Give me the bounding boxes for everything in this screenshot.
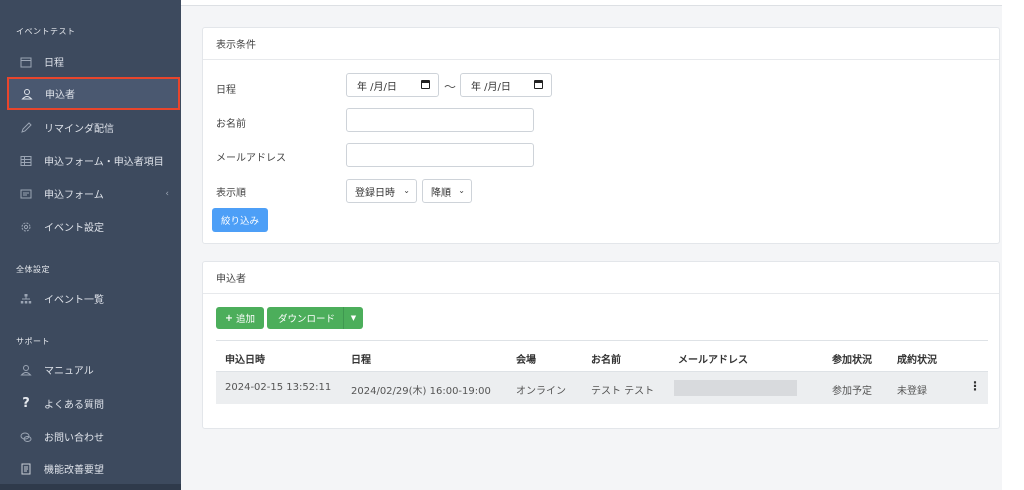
add-button[interactable]: + 追加: [216, 307, 264, 329]
sidebar-item-label: 申込者: [45, 90, 75, 101]
sidebar-item-applicants[interactable]: 申込者: [7, 77, 180, 110]
cell-attendance: 参加予定: [832, 386, 872, 397]
chevron-down-icon: ⌄: [458, 186, 465, 195]
calendar-icon: [421, 80, 430, 89]
header-contract: 成約状況: [897, 355, 937, 366]
header-venue: 会場: [516, 355, 536, 366]
sitemap-icon: [18, 291, 34, 307]
sidebar-item-event-settings[interactable]: イベント設定: [8, 210, 179, 243]
header-name: お名前: [591, 355, 621, 366]
filter-card-title: 表示条件: [203, 28, 999, 60]
sidebar-item-schedule[interactable]: 日程: [8, 45, 179, 78]
pencil-icon: [18, 120, 34, 136]
sidebar-item-contact[interactable]: お問い合わせ: [8, 420, 179, 453]
table-icon: [18, 153, 34, 169]
user-icon: [18, 362, 34, 378]
date-range-separator: 〜: [444, 80, 457, 94]
table-row[interactable]: 2024-02-15 13:52:11 2024/02/29(木) 16:00-…: [216, 372, 988, 404]
chevron-left-icon: ‹: [165, 188, 169, 199]
header-schedule: 日程: [351, 355, 371, 366]
sidebar: イベントテスト 日程 申込者 リマインダ配信 申込フォーム・申込者項目 申込フォ…: [0, 0, 181, 490]
chat-icon: [18, 429, 34, 445]
sidebar-item-manual[interactable]: マニュアル: [8, 353, 179, 386]
sidebar-section-global: 全体設定: [16, 265, 50, 274]
sidebar-item-label: 日程: [44, 58, 64, 69]
cell-applied-at: 2024-02-15 13:52:11: [225, 382, 332, 393]
download-button[interactable]: ダウンロード: [267, 307, 346, 329]
sidebar-item-label: よくある質問: [44, 400, 104, 411]
date-from-value: 年 /月/日: [357, 81, 397, 93]
header-email: メールアドレス: [678, 355, 748, 366]
table-top-divider: [216, 340, 988, 341]
date-label: 日程: [216, 85, 236, 96]
gear-icon: [18, 219, 34, 235]
sidebar-bottom-bar: [0, 484, 181, 490]
name-label: お名前: [216, 119, 246, 130]
cell-name: テスト テスト: [591, 386, 655, 397]
sidebar-section-event: イベントテスト: [16, 27, 76, 36]
top-bar: [181, 0, 1024, 6]
sidebar-item-label: マニュアル: [44, 366, 94, 377]
calendar-icon: [534, 80, 543, 89]
date-to-input[interactable]: 年 /月/日: [460, 73, 552, 97]
sidebar-section-support: サポート: [16, 337, 50, 346]
applicants-card-title: 申込者: [203, 262, 999, 294]
question-icon: ?: [22, 396, 30, 411]
applicants-card: 申込者 + 追加 ダウンロード ▼ 申込日時 日程 会場 お名前 メールアドレス…: [202, 261, 1000, 429]
cell-contract: 未登録: [897, 386, 927, 397]
order-label: 表示順: [216, 188, 246, 199]
user-icon: [19, 86, 35, 102]
order-dir-value: 降順: [431, 187, 451, 199]
cell-email-redacted: [674, 380, 797, 396]
cell-venue: オンライン: [516, 386, 566, 397]
filter-submit-button[interactable]: 絞り込み: [212, 208, 268, 232]
document-icon: [18, 461, 34, 477]
sidebar-item-reminder[interactable]: リマインダ配信: [8, 111, 179, 144]
email-label: メールアドレス: [216, 153, 286, 164]
form-icon: [18, 186, 34, 202]
header-attendance: 参加状況: [832, 355, 872, 366]
name-input[interactable]: [346, 108, 534, 132]
sidebar-item-label: 申込フォーム・申込者項目: [44, 157, 164, 168]
date-from-input[interactable]: 年 /月/日: [346, 73, 439, 97]
sidebar-item-label: イベント一覧: [44, 295, 104, 306]
add-button-label: 追加: [235, 314, 255, 325]
sidebar-item-event-list[interactable]: イベント一覧: [8, 282, 179, 315]
plus-icon: +: [225, 312, 233, 324]
chevron-down-icon: ⌄: [403, 186, 410, 195]
sidebar-item-faq[interactable]: ? よくある質問: [8, 387, 179, 420]
email-input[interactable]: [346, 143, 534, 167]
sidebar-item-label: イベント設定: [44, 223, 104, 234]
cell-schedule: 2024/02/29(木) 16:00-19:00: [351, 386, 491, 397]
right-strip: [1002, 0, 1024, 490]
sidebar-item-label: リマインダ配信: [44, 124, 114, 135]
sidebar-item-label: 申込フォーム: [44, 190, 104, 201]
download-dropdown-button[interactable]: ▼: [343, 307, 363, 329]
row-menu-kebab-icon[interactable]: ⋮: [969, 379, 981, 393]
sidebar-item-label: 機能改善要望: [44, 465, 104, 476]
date-to-value: 年 /月/日: [471, 81, 511, 93]
sidebar-item-form-fields[interactable]: 申込フォーム・申込者項目: [8, 144, 179, 177]
order-dir-select[interactable]: 降順 ⌄: [422, 179, 472, 203]
order-by-select[interactable]: 登録日時 ⌄: [346, 179, 417, 203]
header-applied-at: 申込日時: [225, 355, 265, 366]
order-by-value: 登録日時: [355, 187, 395, 199]
calendar-icon: [18, 54, 34, 70]
filter-card: 表示条件 日程 年 /月/日 〜 年 /月/日 お名前 メールアドレス 表示順 …: [202, 27, 1000, 244]
caret-down-icon: ▼: [350, 314, 357, 322]
sidebar-item-label: お問い合わせ: [44, 433, 104, 444]
sidebar-item-form[interactable]: 申込フォーム ‹: [8, 177, 179, 210]
sidebar-item-feedback[interactable]: 機能改善要望: [8, 452, 179, 485]
